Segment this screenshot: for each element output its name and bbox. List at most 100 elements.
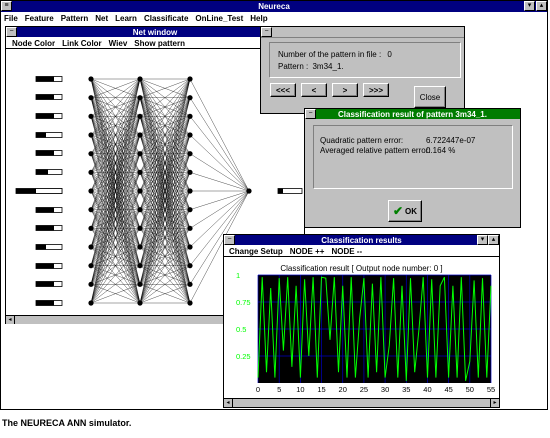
input-bar-fill xyxy=(36,94,54,100)
network-node xyxy=(137,132,143,138)
network-node xyxy=(187,76,193,82)
network-node xyxy=(137,300,143,306)
network-link xyxy=(189,190,250,229)
net-menu-link-color[interactable]: Link Color xyxy=(62,39,102,48)
network-node xyxy=(187,263,193,269)
prev-pattern-button[interactable]: < xyxy=(301,83,327,97)
last-pattern-button[interactable]: >>> xyxy=(363,83,389,97)
menu-learn[interactable]: Learn xyxy=(115,14,137,23)
network-node xyxy=(137,169,143,175)
x-tick-label: 10 xyxy=(296,385,304,394)
pattern-name-value: 3m34_1. xyxy=(312,62,344,71)
results-menu-node-plus[interactable]: NODE ++ xyxy=(290,247,325,256)
x-tick-label: 40 xyxy=(423,385,431,394)
network-node xyxy=(137,244,143,250)
menu-net[interactable]: Net xyxy=(95,14,108,23)
network-link xyxy=(189,116,250,192)
input-bar-fill xyxy=(36,263,54,269)
network-node xyxy=(88,76,94,82)
network-node xyxy=(88,169,94,175)
x-tick-label: 15 xyxy=(317,385,325,394)
network-node xyxy=(187,151,193,157)
results-window: Classification results − ▾ ▴ Change Setu… xyxy=(223,234,500,408)
ok-label: OK xyxy=(405,206,418,216)
app-minimize-icon[interactable]: ▾ xyxy=(524,1,535,11)
ok-button[interactable]: ✔ OK xyxy=(388,200,422,222)
chart-title: Classification result [ Output node numb… xyxy=(280,264,443,273)
x-tick-label: 5 xyxy=(277,385,281,394)
x-tick-label: 35 xyxy=(402,385,410,394)
input-bar-fill xyxy=(36,244,46,250)
network-node xyxy=(88,225,94,231)
network-node xyxy=(187,244,193,250)
y-tick-label: 1 xyxy=(236,273,240,280)
network-node xyxy=(88,207,94,213)
checkmark-icon: ✔ xyxy=(392,204,404,218)
avg-error-value: 0.164 % xyxy=(426,146,456,155)
result-dialog-system-menu-button[interactable]: − xyxy=(305,109,316,119)
classification-chart: 0 5 10 15 20 25 30 35 40 45 50 55 0.25 0.5 0.75 1 xyxy=(236,273,495,394)
menu-pattern[interactable]: Pattern xyxy=(61,14,89,23)
scroll-left-arrow-icon[interactable]: ◂ xyxy=(6,316,15,324)
net-window-system-menu-button[interactable]: − xyxy=(6,27,17,37)
results-window-titlebar[interactable]: Classification results xyxy=(224,235,499,245)
network-node xyxy=(88,151,94,157)
close-button[interactable]: Close xyxy=(414,86,446,108)
results-scroll-right-arrow-icon[interactable]: ▸ xyxy=(490,399,499,407)
results-scroll-left-arrow-icon[interactable]: ◂ xyxy=(224,399,233,407)
network-link xyxy=(189,153,250,192)
input-bar-fill xyxy=(36,132,46,138)
network-link xyxy=(189,78,250,192)
network-link xyxy=(189,172,250,192)
results-menu-node-minus[interactable]: NODE -- xyxy=(331,247,362,256)
net-window-menubar: Node Color Link Color Wiev Show pattern xyxy=(12,38,192,48)
first-pattern-button[interactable]: <<< xyxy=(270,83,296,97)
next-pattern-button[interactable]: > xyxy=(332,83,358,97)
network-node xyxy=(187,207,193,213)
x-tick-label: 30 xyxy=(381,385,389,394)
net-menu-node-color[interactable]: Node Color xyxy=(12,39,55,48)
menu-file[interactable]: File xyxy=(4,14,18,23)
net-menu-show-pattern[interactable]: Show pattern xyxy=(134,39,185,48)
app-system-menu-button[interactable]: ≡ xyxy=(1,1,12,11)
network-node xyxy=(88,132,94,138)
x-tick-label: 25 xyxy=(360,385,368,394)
input-bar-fill xyxy=(36,76,54,82)
results-menu-change-setup[interactable]: Change Setup xyxy=(229,247,283,256)
net-menu-wiev[interactable]: Wiev xyxy=(109,39,128,48)
app-title: Neureca xyxy=(258,2,290,11)
network-node xyxy=(137,151,143,157)
network-node xyxy=(137,225,143,231)
pattern-info-panel: Number of the pattern in file : 0 Patter… xyxy=(269,42,461,78)
result-dialog-titlebar[interactable]: Classification result of pattern 3m34_1. xyxy=(305,109,520,119)
input-bar-fill xyxy=(36,207,54,213)
quad-error-label: Quadratic pattern error: xyxy=(320,136,404,145)
network-node xyxy=(137,76,143,82)
network-node xyxy=(88,113,94,119)
results-maximize-icon[interactable]: ▴ xyxy=(488,235,499,245)
results-window-hscrollbar[interactable]: ◂ ▸ xyxy=(224,398,499,407)
menu-classificate[interactable]: Classificate xyxy=(144,14,188,23)
app-menubar: File Feature Pattern Net Learn Classific… xyxy=(4,13,544,24)
network-node xyxy=(88,95,94,101)
network-link xyxy=(189,190,250,210)
network-node xyxy=(88,281,94,287)
results-window-system-menu-button[interactable]: − xyxy=(224,235,235,245)
menu-feature[interactable]: Feature xyxy=(25,14,54,23)
app-titlebar[interactable]: Neureca xyxy=(1,1,547,12)
results-minimize-icon[interactable]: ▾ xyxy=(477,235,488,245)
network-node xyxy=(187,300,193,306)
network-node xyxy=(187,281,193,287)
results-window-menubar: Change Setup NODE ++ NODE -- xyxy=(229,246,369,256)
input-bar-fill xyxy=(36,169,48,175)
network-node xyxy=(137,95,143,101)
menu-online-test[interactable]: OnLine_Test xyxy=(195,14,243,23)
menu-help[interactable]: Help xyxy=(250,14,267,23)
results-window-title: Classification results xyxy=(321,235,402,245)
network-node xyxy=(187,169,193,175)
input-bar-fill xyxy=(36,281,54,287)
pattern-dialog-system-menu-button[interactable]: − xyxy=(261,27,272,37)
network-node xyxy=(137,207,143,213)
app-maximize-icon[interactable]: ▴ xyxy=(536,1,547,11)
network-node xyxy=(88,244,94,250)
